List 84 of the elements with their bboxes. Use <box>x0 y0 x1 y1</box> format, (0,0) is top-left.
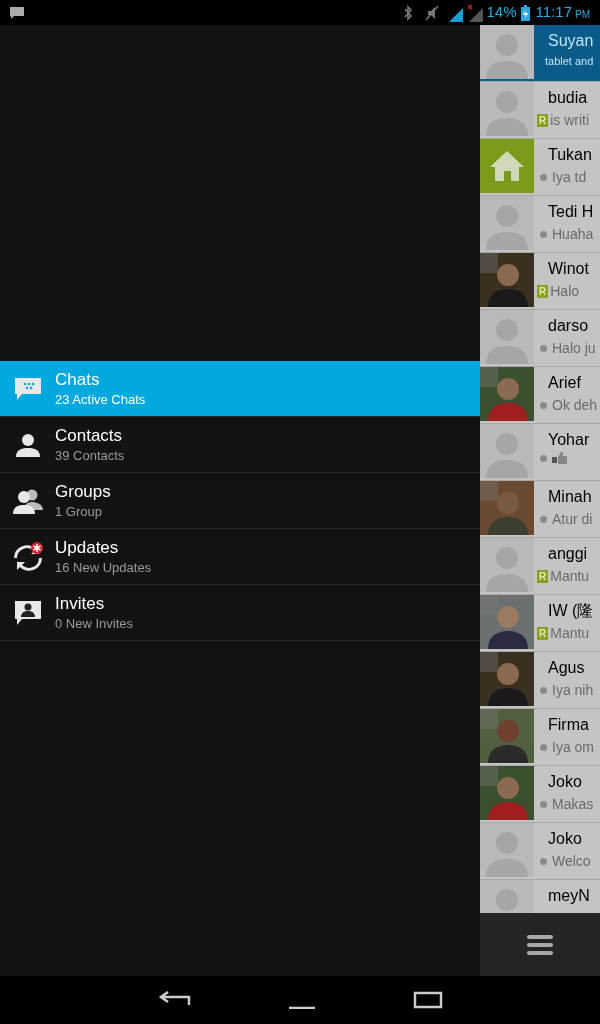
drawer-item-title: Invites <box>55 592 106 615</box>
message-preview: Mantu <box>550 567 590 586</box>
menu-icon[interactable] <box>527 933 553 956</box>
message-preview: tablet and <box>545 54 594 69</box>
contact-name: Minah <box>547 487 593 507</box>
contact-name: budia <box>547 88 589 108</box>
avatar-placeholder-icon <box>480 25 534 79</box>
chat-row[interactable]: Firma Iya om <box>480 709 600 766</box>
avatar-placeholder-icon <box>480 196 534 250</box>
avatar-placeholder-icon <box>480 538 534 592</box>
avatar-placeholder-icon <box>480 823 534 877</box>
drawer-item-subtitle: 23 Active Chats <box>55 390 146 409</box>
recent-apps-icon[interactable] <box>413 991 443 1009</box>
message-preview: Welco <box>552 852 591 871</box>
drawer-item-title: Chats <box>55 368 101 391</box>
mute-icon <box>424 4 439 21</box>
chat-notification-icon <box>10 6 24 19</box>
contact-name: Suyan <box>547 31 594 51</box>
person-icon <box>13 432 42 457</box>
drawer-item-title: Updates <box>55 536 120 559</box>
message-preview: is writi <box>550 111 590 130</box>
chat-row[interactable]: Tedi H Huaha <box>480 196 600 253</box>
contact-name: Winot <box>547 259 589 279</box>
refresh-icon <box>11 541 44 572</box>
chat-row[interactable]: Joko Makas <box>480 766 600 823</box>
drawer-item-subtitle: 1 Group <box>55 502 103 521</box>
battery-icon <box>520 4 530 21</box>
thumbs-up-icon <box>552 452 568 464</box>
badge: R <box>537 570 549 583</box>
message-preview: Makas <box>552 795 594 814</box>
contact-name: Joko <box>547 829 583 849</box>
drawer-item-subtitle: 39 Contacts <box>55 446 125 465</box>
message-preview: Mantu <box>550 624 590 643</box>
chat-row[interactable]: anggi R Mantu <box>480 538 600 595</box>
house-icon <box>480 139 534 193</box>
chat-row[interactable]: Suyan tablet and <box>480 25 600 82</box>
contact-name: Yohar <box>547 430 590 450</box>
message-preview: Iya nih <box>552 681 594 700</box>
avatar-placeholder-icon <box>480 82 534 136</box>
avatar-placeholder-icon <box>480 310 534 364</box>
badge: R <box>537 114 549 127</box>
chat-row[interactable]: Yohar <box>480 424 600 481</box>
message-preview: Iya om <box>552 738 594 757</box>
message-preview: Halo <box>550 282 580 301</box>
chat-row[interactable]: Joko Welco <box>480 823 600 880</box>
no-signal-icon <box>466 3 483 22</box>
badge: R <box>537 627 549 640</box>
drawer-item-title: Contacts <box>55 424 124 447</box>
badge: R <box>537 285 549 298</box>
contact-name: Arief <box>547 373 582 393</box>
message-preview: Ok deh <box>552 396 598 415</box>
person-bubble-icon <box>13 599 42 626</box>
message-preview: Atur di <box>552 510 593 529</box>
bluetooth-icon <box>402 4 413 21</box>
contact-name: Tedi H <box>547 202 594 222</box>
message-preview: Iya td <box>552 168 587 187</box>
chat-row[interactable]: Winot R Halo <box>480 253 600 310</box>
chat-bubble-icon <box>13 375 42 402</box>
chat-row[interactable]: darso Halo ju <box>480 310 600 367</box>
contact-name: Joko <box>547 772 583 792</box>
chat-row[interactable]: IW (隆 R Mantu <box>480 595 600 652</box>
message-preview: Halo ju <box>552 339 596 358</box>
contact-name: darso <box>547 316 590 336</box>
avatar-placeholder-icon <box>480 424 534 478</box>
people-icon <box>11 487 44 514</box>
contact-name: meyN <box>547 886 590 906</box>
drawer-item-subtitle: 0 New Invites <box>55 614 134 633</box>
drawer-item-title: Groups <box>55 480 111 503</box>
clock-time: 11:17 <box>535 2 572 23</box>
drawer-item-subtitle: 16 New Updates <box>55 558 152 577</box>
chat-row[interactable]: budia R is writi <box>480 82 600 139</box>
message-preview: Huaha <box>552 225 594 244</box>
contact-name: Firma <box>547 715 590 735</box>
chat-row[interactable]: meyN <box>480 880 600 913</box>
clock-period: PM <box>575 7 590 22</box>
contact-name: Tukan <box>547 145 592 165</box>
chat-row[interactable]: Minah Atur di <box>480 481 600 538</box>
chat-row[interactable]: Tukan Iya td <box>480 139 600 196</box>
contact-name: Agus <box>547 658 586 678</box>
contact-name: anggi <box>547 544 589 564</box>
chat-row[interactable]: Agus Iya nih <box>480 652 600 709</box>
chat-row[interactable]: Arief Ok deh <box>480 367 600 424</box>
contact-name: IW (隆 <box>547 601 594 621</box>
battery-percent: 14% <box>486 2 517 23</box>
